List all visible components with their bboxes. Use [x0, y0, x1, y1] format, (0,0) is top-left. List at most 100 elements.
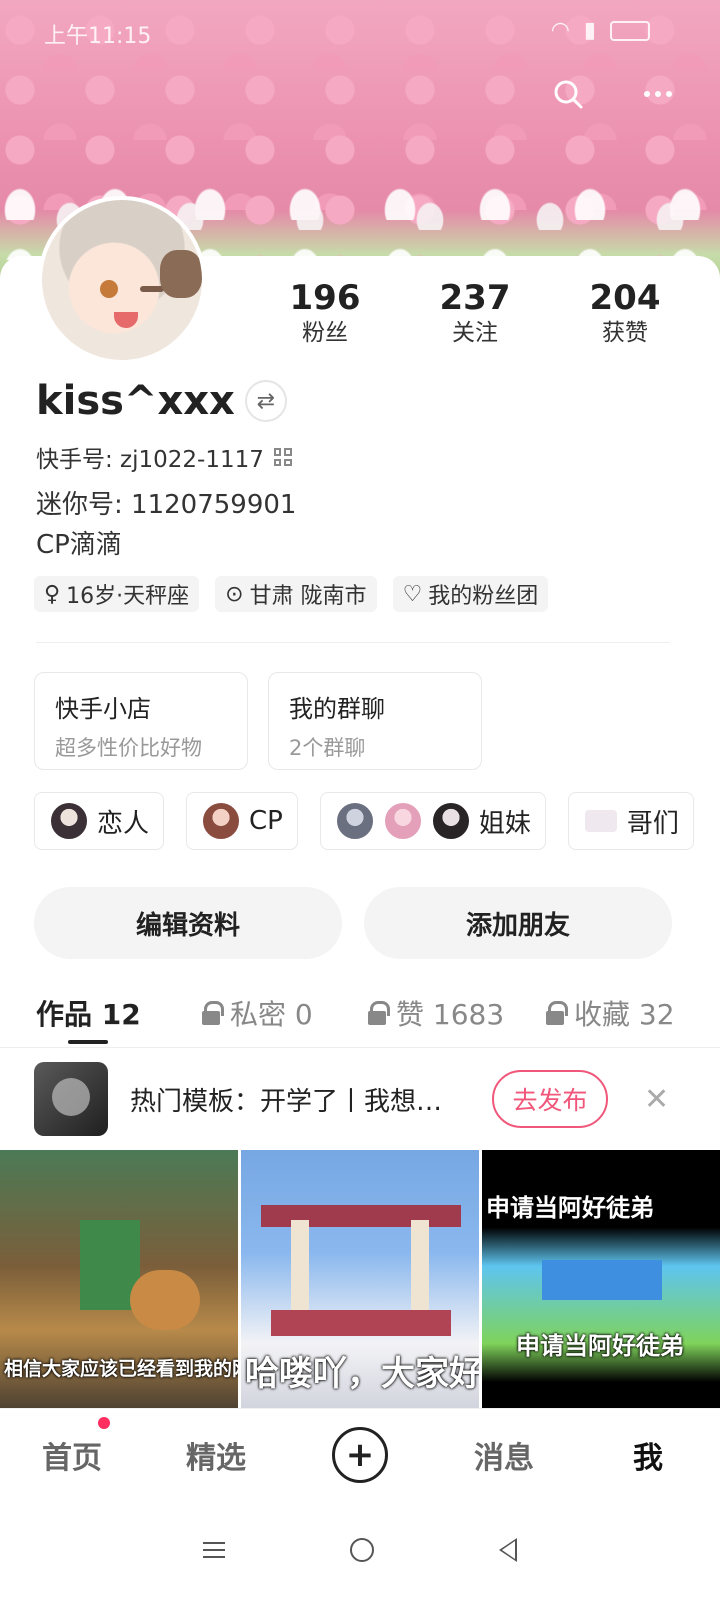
tag-age[interactable]: ♀ 16岁·天秤座 — [34, 576, 200, 612]
relation-sisters[interactable]: 姐妹 — [319, 792, 546, 850]
active-tab-indicator — [68, 1040, 108, 1044]
video-caption: 哈喽吖，大家好 — [245, 1354, 479, 1394]
lock-icon — [368, 1001, 390, 1025]
tab-liked[interactable]: 赞 1683 — [368, 990, 546, 1036]
promo-publish-button[interactable]: 去发布 — [492, 1070, 608, 1128]
status-icons: ◠ ▮ — [551, 18, 650, 43]
avatar — [582, 808, 619, 834]
status-bar: 上午11:15 ◠ ▮ — [0, 0, 720, 60]
tab-private[interactable]: 私密 0 — [202, 990, 368, 1036]
kwai-id: 快手号: zj1022-1117 — [36, 447, 264, 473]
nav-me[interactable]: 我 — [576, 1433, 720, 1477]
lock-icon — [202, 1001, 224, 1025]
back-icon[interactable] — [499, 1538, 518, 1562]
relation-label: CP — [249, 806, 283, 836]
relation-bros[interactable]: 哥们 — [567, 792, 694, 850]
menu-icon[interactable] — [202, 1542, 225, 1558]
tab-favorites[interactable]: 收藏 32 — [546, 990, 696, 1036]
home-icon[interactable] — [349, 1538, 374, 1562]
kwai-id-row[interactable]: 快手号: zj1022-1117 — [36, 440, 292, 474]
plus-icon: + — [332, 1426, 388, 1483]
tab-private-label: 私密 0 — [230, 998, 313, 1031]
avatar — [201, 801, 242, 841]
tag-location[interactable]: ⊙ 甘肃 陇南市 — [215, 576, 377, 612]
nav-featured[interactable]: 精选 — [144, 1433, 288, 1477]
shop-card[interactable]: 快手小店 超多性价比好物 — [34, 672, 248, 770]
signal-icon: ▮ — [583, 18, 596, 43]
more-icon[interactable] — [636, 72, 680, 116]
switch-account-icon[interactable]: ⇄ — [244, 380, 287, 422]
promo-thumbnail — [34, 1062, 108, 1136]
relation-cp[interactable]: CP — [186, 792, 298, 850]
profile-name: kiss^xxx — [36, 378, 235, 424]
following-count: 237 — [439, 278, 511, 318]
nav-home[interactable]: 首页 — [0, 1416, 144, 1477]
tag-fan-club[interactable]: ♡ 我的粉丝团 — [392, 576, 549, 612]
wifi-icon: ◠ — [550, 18, 570, 43]
nav-messages-label: 消息 — [474, 1440, 534, 1476]
feature-cards: 快手小店 超多性价比好物 我的群聊 2个群聊 — [34, 672, 482, 770]
shop-card-subtitle: 超多性价比好物 — [55, 736, 202, 760]
nav-create[interactable]: + — [288, 1426, 432, 1483]
group-chat-card-title: 我的群聊 — [289, 695, 385, 723]
video-thumb[interactable]: 相信大家应该已经看到我的网名了 — [0, 1150, 238, 1408]
system-nav — [0, 1500, 720, 1600]
notification-dot — [98, 1416, 110, 1429]
tab-liked-label: 赞 1683 — [396, 998, 505, 1031]
search-icon[interactable] — [546, 72, 590, 116]
content-tabs: 作品 12 私密 0 赞 1683 收藏 32 — [36, 990, 696, 1036]
group-chat-card-subtitle: 2个群聊 — [289, 736, 366, 760]
top-actions — [546, 72, 680, 116]
tag-fan-club-label: 我的粉丝团 — [428, 584, 539, 609]
shop-card-title: 快手小店 — [55, 695, 151, 723]
bottom-nav: 首页 精选 + 消息 我 — [0, 1408, 720, 1500]
likes-count: 204 — [589, 278, 661, 318]
video-grid: 相信大家应该已经看到我的网名了 哈喽吖，大家好 申请当阿好徒弟 申请当阿好徒弟 — [0, 1150, 720, 1408]
video-caption: 申请当阿好徒弟 — [516, 1332, 684, 1360]
gender-icon: ♀ — [44, 581, 61, 607]
close-icon[interactable]: ✕ — [644, 1082, 669, 1117]
promo-banner: 热门模板：开学了丨我想… 去发布 ✕ — [0, 1048, 720, 1150]
likes-stat[interactable]: 204 获赞 — [550, 278, 700, 348]
divider — [36, 642, 670, 643]
promo-text: 热门模板：开学了丨我想… — [130, 1086, 443, 1117]
avatar — [430, 801, 471, 841]
relation-lover[interactable]: 恋人 — [34, 792, 165, 850]
following-stat[interactable]: 237 关注 — [400, 278, 550, 348]
tag-location-label: 甘肃 陇南市 — [249, 584, 367, 609]
relation-label: 姐妹 — [478, 808, 531, 839]
video-thumb[interactable]: 申请当阿好徒弟 申请当阿好徒弟 — [482, 1150, 720, 1408]
nav-messages[interactable]: 消息 — [432, 1433, 576, 1477]
relation-label: 恋人 — [97, 808, 150, 839]
avatar — [49, 801, 89, 841]
edit-profile-button[interactable]: 编辑资料 — [34, 887, 342, 959]
profile-tags: ♀ 16岁·天秤座 ⊙ 甘肃 陇南市 ♡ 我的粉丝团 — [34, 576, 549, 612]
nav-featured-label: 精选 — [186, 1440, 246, 1476]
action-buttons: 编辑资料 添加朋友 — [34, 887, 672, 959]
avatar — [334, 801, 375, 841]
followers-label: 粉丝 — [302, 320, 348, 346]
followers-count: 196 — [289, 278, 361, 318]
location-icon: ⊙ — [225, 581, 244, 607]
battery-icon — [610, 20, 650, 41]
group-chat-card[interactable]: 我的群聊 2个群聊 — [268, 672, 482, 770]
relationship-row: 恋人 CP 姐妹 哥们 — [34, 792, 694, 850]
tag-age-label: 16岁·天秤座 — [66, 584, 190, 609]
video-caption: 相信大家应该已经看到我的网名了 — [4, 1358, 238, 1380]
video-caption: 申请当阿好徒弟 — [486, 1194, 654, 1222]
followers-stat[interactable]: 196 粉丝 — [250, 278, 400, 348]
tab-works-label: 作品 12 — [36, 998, 141, 1031]
bio: CP滴滴 — [36, 530, 122, 560]
add-friend-button[interactable]: 添加朋友 — [364, 887, 672, 959]
avatar — [382, 801, 423, 841]
video-thumb[interactable]: 哈喽吖，大家好 — [241, 1150, 479, 1408]
tab-favorites-label: 收藏 32 — [574, 998, 675, 1031]
qr-code-icon[interactable] — [273, 448, 292, 466]
likes-label: 获赞 — [602, 320, 648, 346]
nav-home-label: 首页 — [42, 1440, 102, 1476]
profile-stats: 196 粉丝 237 关注 204 获赞 — [250, 278, 700, 348]
nav-me-label: 我 — [633, 1440, 663, 1476]
tab-works[interactable]: 作品 12 — [36, 990, 202, 1036]
relation-label: 哥们 — [626, 808, 679, 839]
avatar[interactable] — [38, 196, 206, 364]
